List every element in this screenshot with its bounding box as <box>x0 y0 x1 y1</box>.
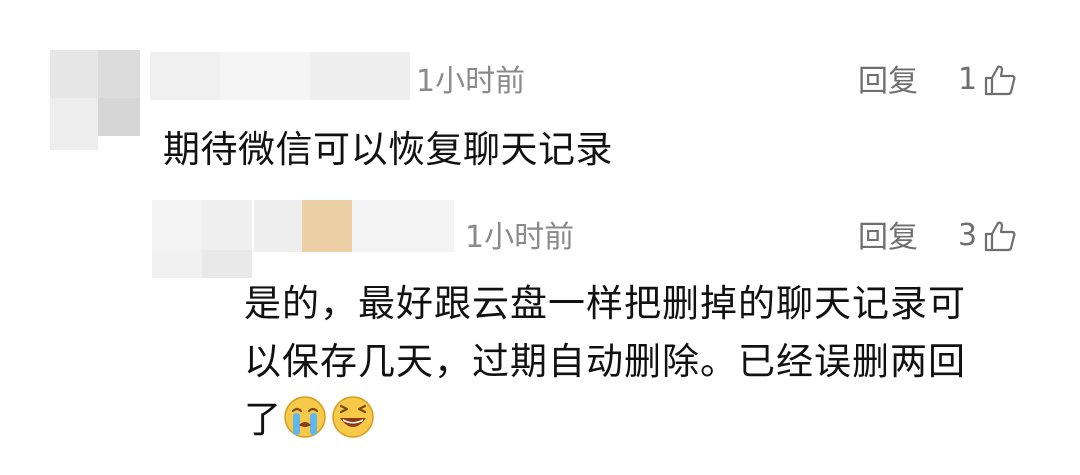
comment-timestamp: 1小时前 <box>416 64 526 99</box>
crying-emoji-icon <box>284 396 326 438</box>
like-count: 3 <box>958 218 978 253</box>
laughing-emoji-icon <box>332 396 374 438</box>
thumbs-up-icon <box>984 221 1016 252</box>
comment-timestamp: 1小时前 <box>465 220 575 255</box>
like-count: 1 <box>958 62 978 97</box>
reply-button[interactable]: 回复 <box>858 223 918 253</box>
comment-text-fragment: 了 <box>244 398 282 441</box>
comment-text: 期待微信可以恢复聊天记录 <box>163 128 613 171</box>
username[interactable] <box>150 52 410 100</box>
comment-text-line: 了 <box>244 391 1044 449</box>
avatar[interactable] <box>50 50 140 150</box>
like-button[interactable]: 3 <box>958 219 1017 253</box>
comment-text: 是的，最好跟云盘一样把删掉的聊天记录可 以保存几天，过期自动删除。已经误删两回 … <box>244 275 1044 449</box>
avatar[interactable] <box>152 200 252 278</box>
reply-button[interactable]: 回复 <box>858 67 918 97</box>
thumbs-up-icon <box>984 65 1016 96</box>
like-button[interactable]: 1 <box>958 63 1017 97</box>
username[interactable] <box>254 200 454 252</box>
comment-text-line: 以保存几天，过期自动删除。已经误删两回 <box>244 340 966 383</box>
comment-text-line: 是的，最好跟云盘一样把删掉的聊天记录可 <box>244 282 966 325</box>
